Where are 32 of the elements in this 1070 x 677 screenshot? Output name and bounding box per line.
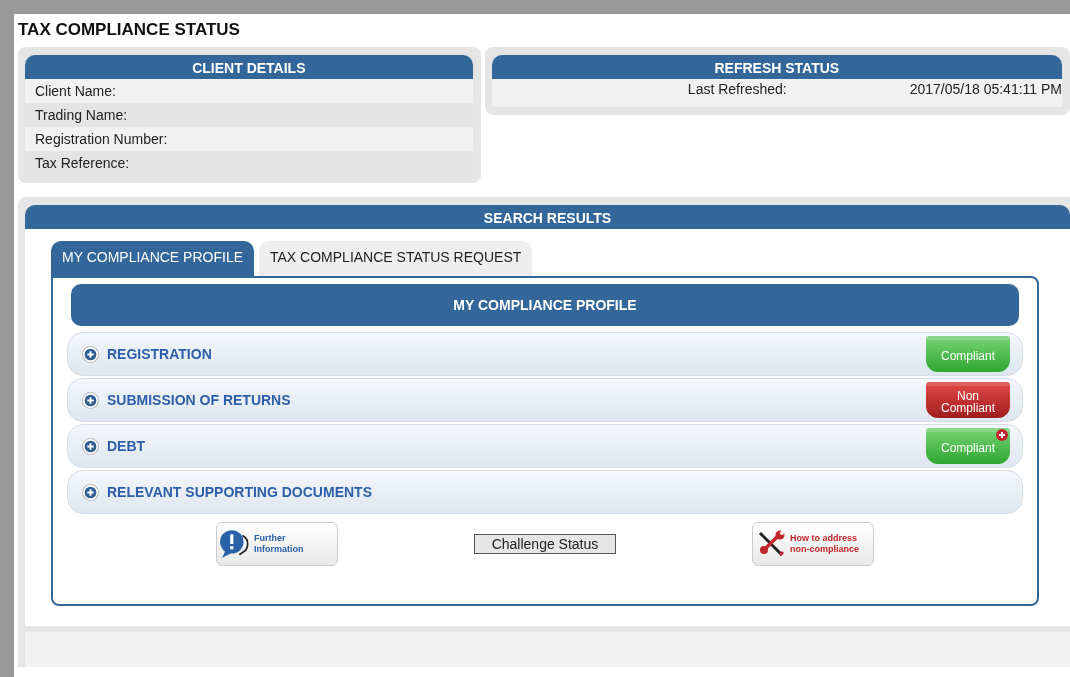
field-label: Registration Number: [35,131,168,147]
accordion-row[interactable]: SUBMISSION OF RETURNS Non Compliant [67,378,1023,422]
field-label: Last Refreshed: [686,81,787,99]
page-title: TAX COMPLIANCE STATUS [18,19,241,41]
field-label: Trading Name: [35,107,128,123]
panel-header: CLIENT DETAILS [25,55,473,79]
status-badge: Compliant [926,336,1010,372]
accordion-row[interactable]: RELEVANT SUPPORTING DOCUMENTS [67,470,1023,514]
profile-header: MY COMPLIANCE PROFILE [71,284,1019,326]
section-label: DEBT [107,438,146,454]
further-information-button[interactable]: Further Information [216,522,338,566]
expand-icon[interactable] [82,437,99,455]
noncompliance-help-button[interactable]: How to address non-compliance [752,522,874,566]
challenge-status-button[interactable]: Challenge Status [473,534,617,554]
section-label: REGISTRATION [107,346,212,362]
expand-icon[interactable] [82,483,99,501]
field-label: Tax Reference: [35,155,130,171]
accordion-row[interactable]: REGISTRATION Compliant [67,332,1023,376]
tab[interactable]: TAX COMPLIANCE STATUS REQUEST [259,241,533,276]
field-label: Client Name: [35,83,116,99]
last-refreshed-value: 2017/05/18 05:41:11 PM [909,81,1062,99]
accordion-row[interactable]: DEBT Compliant [67,424,1023,468]
section-label: RELEVANT SUPPORTING DOCUMENTS [107,484,372,500]
info-speech-icon [219,529,251,559]
panel-header: SEARCH RESULTS [25,205,1070,229]
section-label: SUBMISSION OF RETURNS [107,392,291,408]
status-badge: Non Compliant [926,382,1010,418]
status-badge: Compliant [926,428,1010,464]
expand-icon[interactable] [82,345,99,363]
panel-header: REFRESH STATUS [491,55,1062,79]
tab[interactable]: MY COMPLIANCE PROFILE [51,241,254,276]
expand-icon[interactable] [82,391,99,409]
